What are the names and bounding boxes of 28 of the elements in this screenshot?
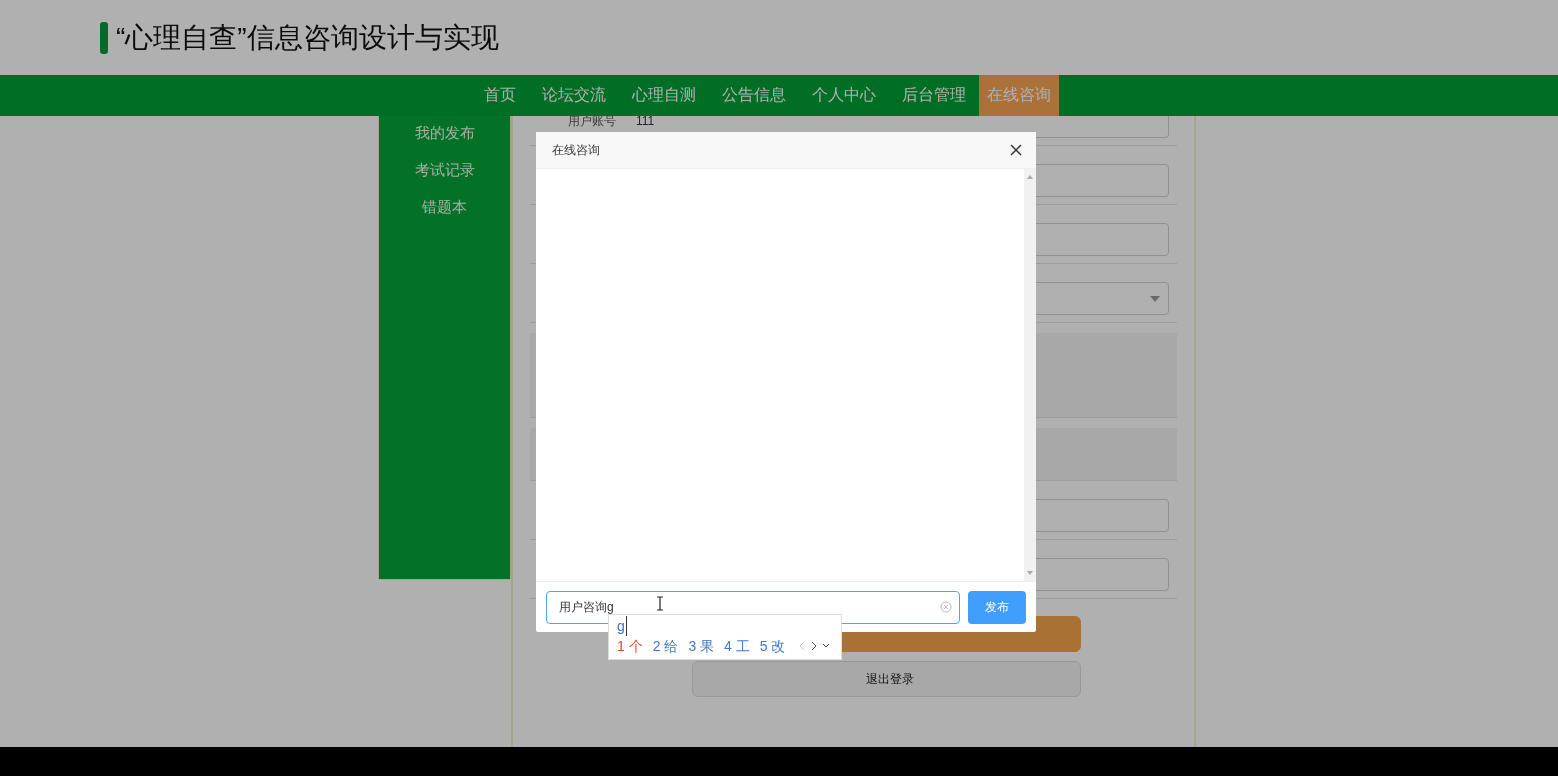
clear-icon[interactable] — [940, 600, 952, 613]
ime-candidate[interactable]: 5 改 — [759, 636, 786, 656]
site-title: “心理自查”信息咨询设计与实现 — [116, 20, 499, 55]
nav-item[interactable]: 论坛交流 — [534, 75, 614, 116]
nav-item[interactable]: 个人中心 — [804, 75, 884, 116]
nav-item[interactable]: 公告信息 — [714, 75, 794, 116]
ime-composition: g — [617, 616, 627, 636]
nav-item[interactable]: 首页 — [476, 75, 524, 116]
scroll-down-icon[interactable] — [1027, 571, 1033, 575]
text-cursor-icon — [656, 596, 664, 611]
scrollbar[interactable] — [1024, 169, 1036, 581]
dropdown-caret-icon — [1150, 295, 1160, 302]
send-button[interactable]: 发布 — [968, 590, 1026, 624]
logout-button[interactable]: 退出登录 — [692, 661, 1081, 697]
ime-candidate[interactable]: 3 果 — [688, 636, 715, 656]
scroll-up-icon[interactable] — [1027, 175, 1033, 179]
sidebar-item[interactable]: 我的发布 — [414, 122, 475, 143]
nav-item[interactable]: 后台管理 — [894, 75, 974, 116]
sidebar-item[interactable]: 错题本 — [422, 196, 467, 217]
ime-candidate[interactable]: 4 工 — [724, 636, 750, 656]
close-icon[interactable] — [1010, 144, 1022, 156]
nav-item[interactable]: 心理自测 — [624, 75, 704, 116]
sidebar-item[interactable]: 考试记录 — [414, 159, 475, 180]
title-accent-bar — [100, 21, 108, 54]
ime-candidate[interactable]: 1 个 — [617, 636, 643, 656]
dialog-title: 在线咨询 — [552, 141, 600, 159]
nav-item[interactable]: 在线咨询 — [979, 75, 1059, 116]
ime-candidate[interactable]: 2 给 — [652, 636, 679, 656]
